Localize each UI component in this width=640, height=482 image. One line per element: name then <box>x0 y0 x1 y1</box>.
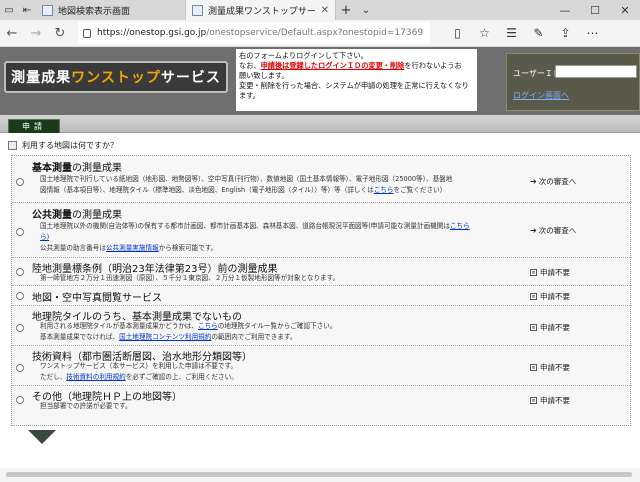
document-icon: ≡ <box>530 293 537 300</box>
tab-title: 地図検索表示画面 <box>58 6 131 17</box>
option-gijutsu: 技術資料（都市圏活断層図、治水地形分類図等） ワンストップサービス（本サービス）… <box>12 346 632 386</box>
tab-back-icon[interactable]: ⇤ <box>18 0 36 20</box>
page-content: 測量成果 ワンストップ サービス 右のフォームよりログインして下さい。 なお、申請後… <box>0 47 640 482</box>
page-icon <box>192 4 203 16</box>
option-description: 国土地理院で刊行している紙地図（地形図、地勢図等）、空中写真(刊行物）、数値地図… <box>40 175 453 194</box>
next-review-link[interactable]: ➔ 次の審査へ <box>530 225 576 236</box>
back-arrow-icon[interactable]: ← <box>0 21 24 45</box>
address-bar[interactable]: https://onestop.gsi.go.jp/onestopservice… <box>78 22 430 44</box>
url-host: https://onestop.gsi.go.jp <box>97 28 207 38</box>
url-path: /onestopservice/Default.aspx?onestopid=1… <box>206 28 424 38</box>
login-screen-link[interactable]: ログイン画面へ <box>513 90 569 101</box>
window-close-icon[interactable]: ✕ <box>610 0 640 20</box>
option-radio[interactable] <box>16 324 24 332</box>
down-arrow-button[interactable] <box>28 430 56 444</box>
maximize-icon[interactable]: ☐ <box>580 0 610 20</box>
site-header: 測量成果 ワンストップ サービス 右のフォームよりログインして下さい。 なお、申請後… <box>0 47 640 115</box>
option-radio[interactable] <box>16 364 24 372</box>
page-icon <box>42 4 53 16</box>
question-heading: 利用する地図は何ですか？ <box>8 140 118 151</box>
tab-onestop[interactable]: 測量成果ワンストップサービ ✕ <box>186 0 336 20</box>
option-chiriin-tile: 地理院タイルのうち、基本測量成果でないもの 利用される地理院タイルが基本測量成果… <box>12 306 632 346</box>
more-icon[interactable]: ⋯ <box>579 21 606 45</box>
window-controls: — ☐ ✕ <box>550 0 640 20</box>
tab-title: 測量成果ワンストップサービ <box>208 6 317 17</box>
map-type-options: 基本測量の測量成果 国土地理院で刊行している紙地図（地形図、地勢図等）、空中写真… <box>11 155 632 426</box>
no-application-label: ≡ 申請不要 <box>530 292 570 301</box>
favorite-star-icon[interactable]: ☆ <box>471 21 498 45</box>
option-title: 地図・空中写真閲覧サービス <box>32 293 162 304</box>
option-sonota: その他（地理院ＨＰ上の地図等） 担当部署での許諾が必要です。 ≡ 申請不要 <box>12 386 632 416</box>
arrow-right-icon: ➔ <box>530 226 537 235</box>
details-link[interactable]: こちら <box>374 186 394 194</box>
arrow-right-icon: ➔ <box>530 177 537 186</box>
option-radio[interactable] <box>16 228 24 236</box>
login-form: ユーザーＩＤ ログイン画面へ <box>506 53 640 111</box>
option-description: 利用される地理院タイルが基本測量成果かどうかは、こちらの地理院タイル一覧からご確… <box>40 322 337 341</box>
lock-icon <box>83 28 91 38</box>
chevron-down-icon[interactable]: ⌄ <box>356 0 376 20</box>
option-rikuchi: 陸地測量標条例（明治23年法律第23号）前の測量成果 第一師管地方２万分１迅速測… <box>12 258 632 286</box>
browser-toolbar-icons: ▯ ☆ ☰ ✎ ⇪ ⋯ <box>444 21 606 45</box>
minimize-icon[interactable]: — <box>550 0 580 20</box>
option-description: 第一師管地方２万分１迅速測図（原図）、５千分１東京図、２万分１仮製地形図等が対象… <box>40 274 340 282</box>
tech-terms-link[interactable]: 技術資料の利用規約 <box>66 373 125 381</box>
option-description: 担当部署での許諾が必要です。 <box>40 402 132 410</box>
scrollbar-thumb[interactable] <box>6 472 632 477</box>
option-radio[interactable] <box>16 396 24 404</box>
forward-arrow-icon[interactable]: → <box>24 21 48 45</box>
user-id-label: ユーザーＩＤ <box>513 69 561 78</box>
refresh-icon[interactable]: ↻ <box>48 21 72 45</box>
option-title: 公共測量の測量成果 <box>32 210 122 221</box>
question-icon <box>8 141 17 150</box>
reading-view-icon[interactable]: ▯ <box>444 21 471 45</box>
no-application-label: ≡ 申請不要 <box>530 396 570 405</box>
option-radio[interactable] <box>16 178 24 186</box>
option-etsuran: 地図・空中写真閲覧サービス ≡ 申請不要 <box>12 286 632 306</box>
tile-list-link[interactable]: こちら <box>198 322 218 330</box>
survey-info-link[interactable]: 公共測量実施情報 <box>106 244 159 252</box>
option-description: ワンストップサービス（本サービス）を利用した申請は不要です。 ただし、技術資料の… <box>40 362 238 381</box>
close-icon[interactable]: ✕ <box>321 5 329 16</box>
no-application-label: ≡ 申請不要 <box>530 363 570 372</box>
tab-shinsei[interactable]: 申請 <box>8 119 60 133</box>
browser-tab-bar: ▭ ⇤ 地図検索表示画面 測量成果ワンストップサービ ✕ + ⌄ — ☐ ✕ <box>0 0 640 20</box>
option-radio[interactable] <box>16 292 24 300</box>
document-icon: ≡ <box>530 364 537 371</box>
user-id-input[interactable] <box>555 65 637 78</box>
agencies-link[interactable]: こちら <box>450 222 470 230</box>
document-icon: ≡ <box>530 324 537 331</box>
option-title: 基本測量の測量成果 <box>32 163 122 174</box>
pen-icon[interactable]: ✎ <box>525 21 552 45</box>
document-icon: ≡ <box>530 269 537 276</box>
tab-map-search[interactable]: 地図検索表示画面 <box>36 0 186 20</box>
no-application-label: ≡ 申請不要 <box>530 323 570 332</box>
no-application-label: ≡ 申請不要 <box>530 268 570 277</box>
content-terms-link[interactable]: 国土地理院コンテンツ利用規約 <box>119 333 211 341</box>
site-logo[interactable]: 測量成果 ワンストップ サービス <box>4 61 228 93</box>
document-icon: ≡ <box>530 397 537 404</box>
tab-strip: 申請 <box>0 115 640 133</box>
option-description: 国土地理院以外の機関(自治体等)の保有する都市計画図、都市計画基本図、森林基本図… <box>40 222 470 252</box>
tab-actions-icon[interactable]: ▭ <box>0 0 18 20</box>
next-review-link[interactable]: ➔ 次の審査へ <box>530 176 576 187</box>
option-kihon: 基本測量の測量成果 国土地理院で刊行している紙地図（地形図、地勢図等）、空中写真… <box>12 156 632 203</box>
browser-nav-bar: ← → ↻ https://onestop.gsi.go.jp/onestops… <box>0 20 640 47</box>
login-notice: 右のフォームよりログインして下さい。 なお、申請後は登録したログインＩＤの変更・… <box>236 49 477 111</box>
favorites-hub-icon[interactable]: ☰ <box>498 21 525 45</box>
share-icon[interactable]: ⇪ <box>552 21 579 45</box>
horizontal-scrollbar[interactable] <box>0 468 640 482</box>
new-tab-icon[interactable]: + <box>336 0 356 20</box>
option-kokyo: 公共測量の測量成果 国土地理院以外の機関(自治体等)の保有する都市計画図、都市計… <box>12 203 632 258</box>
option-radio[interactable] <box>16 268 24 276</box>
